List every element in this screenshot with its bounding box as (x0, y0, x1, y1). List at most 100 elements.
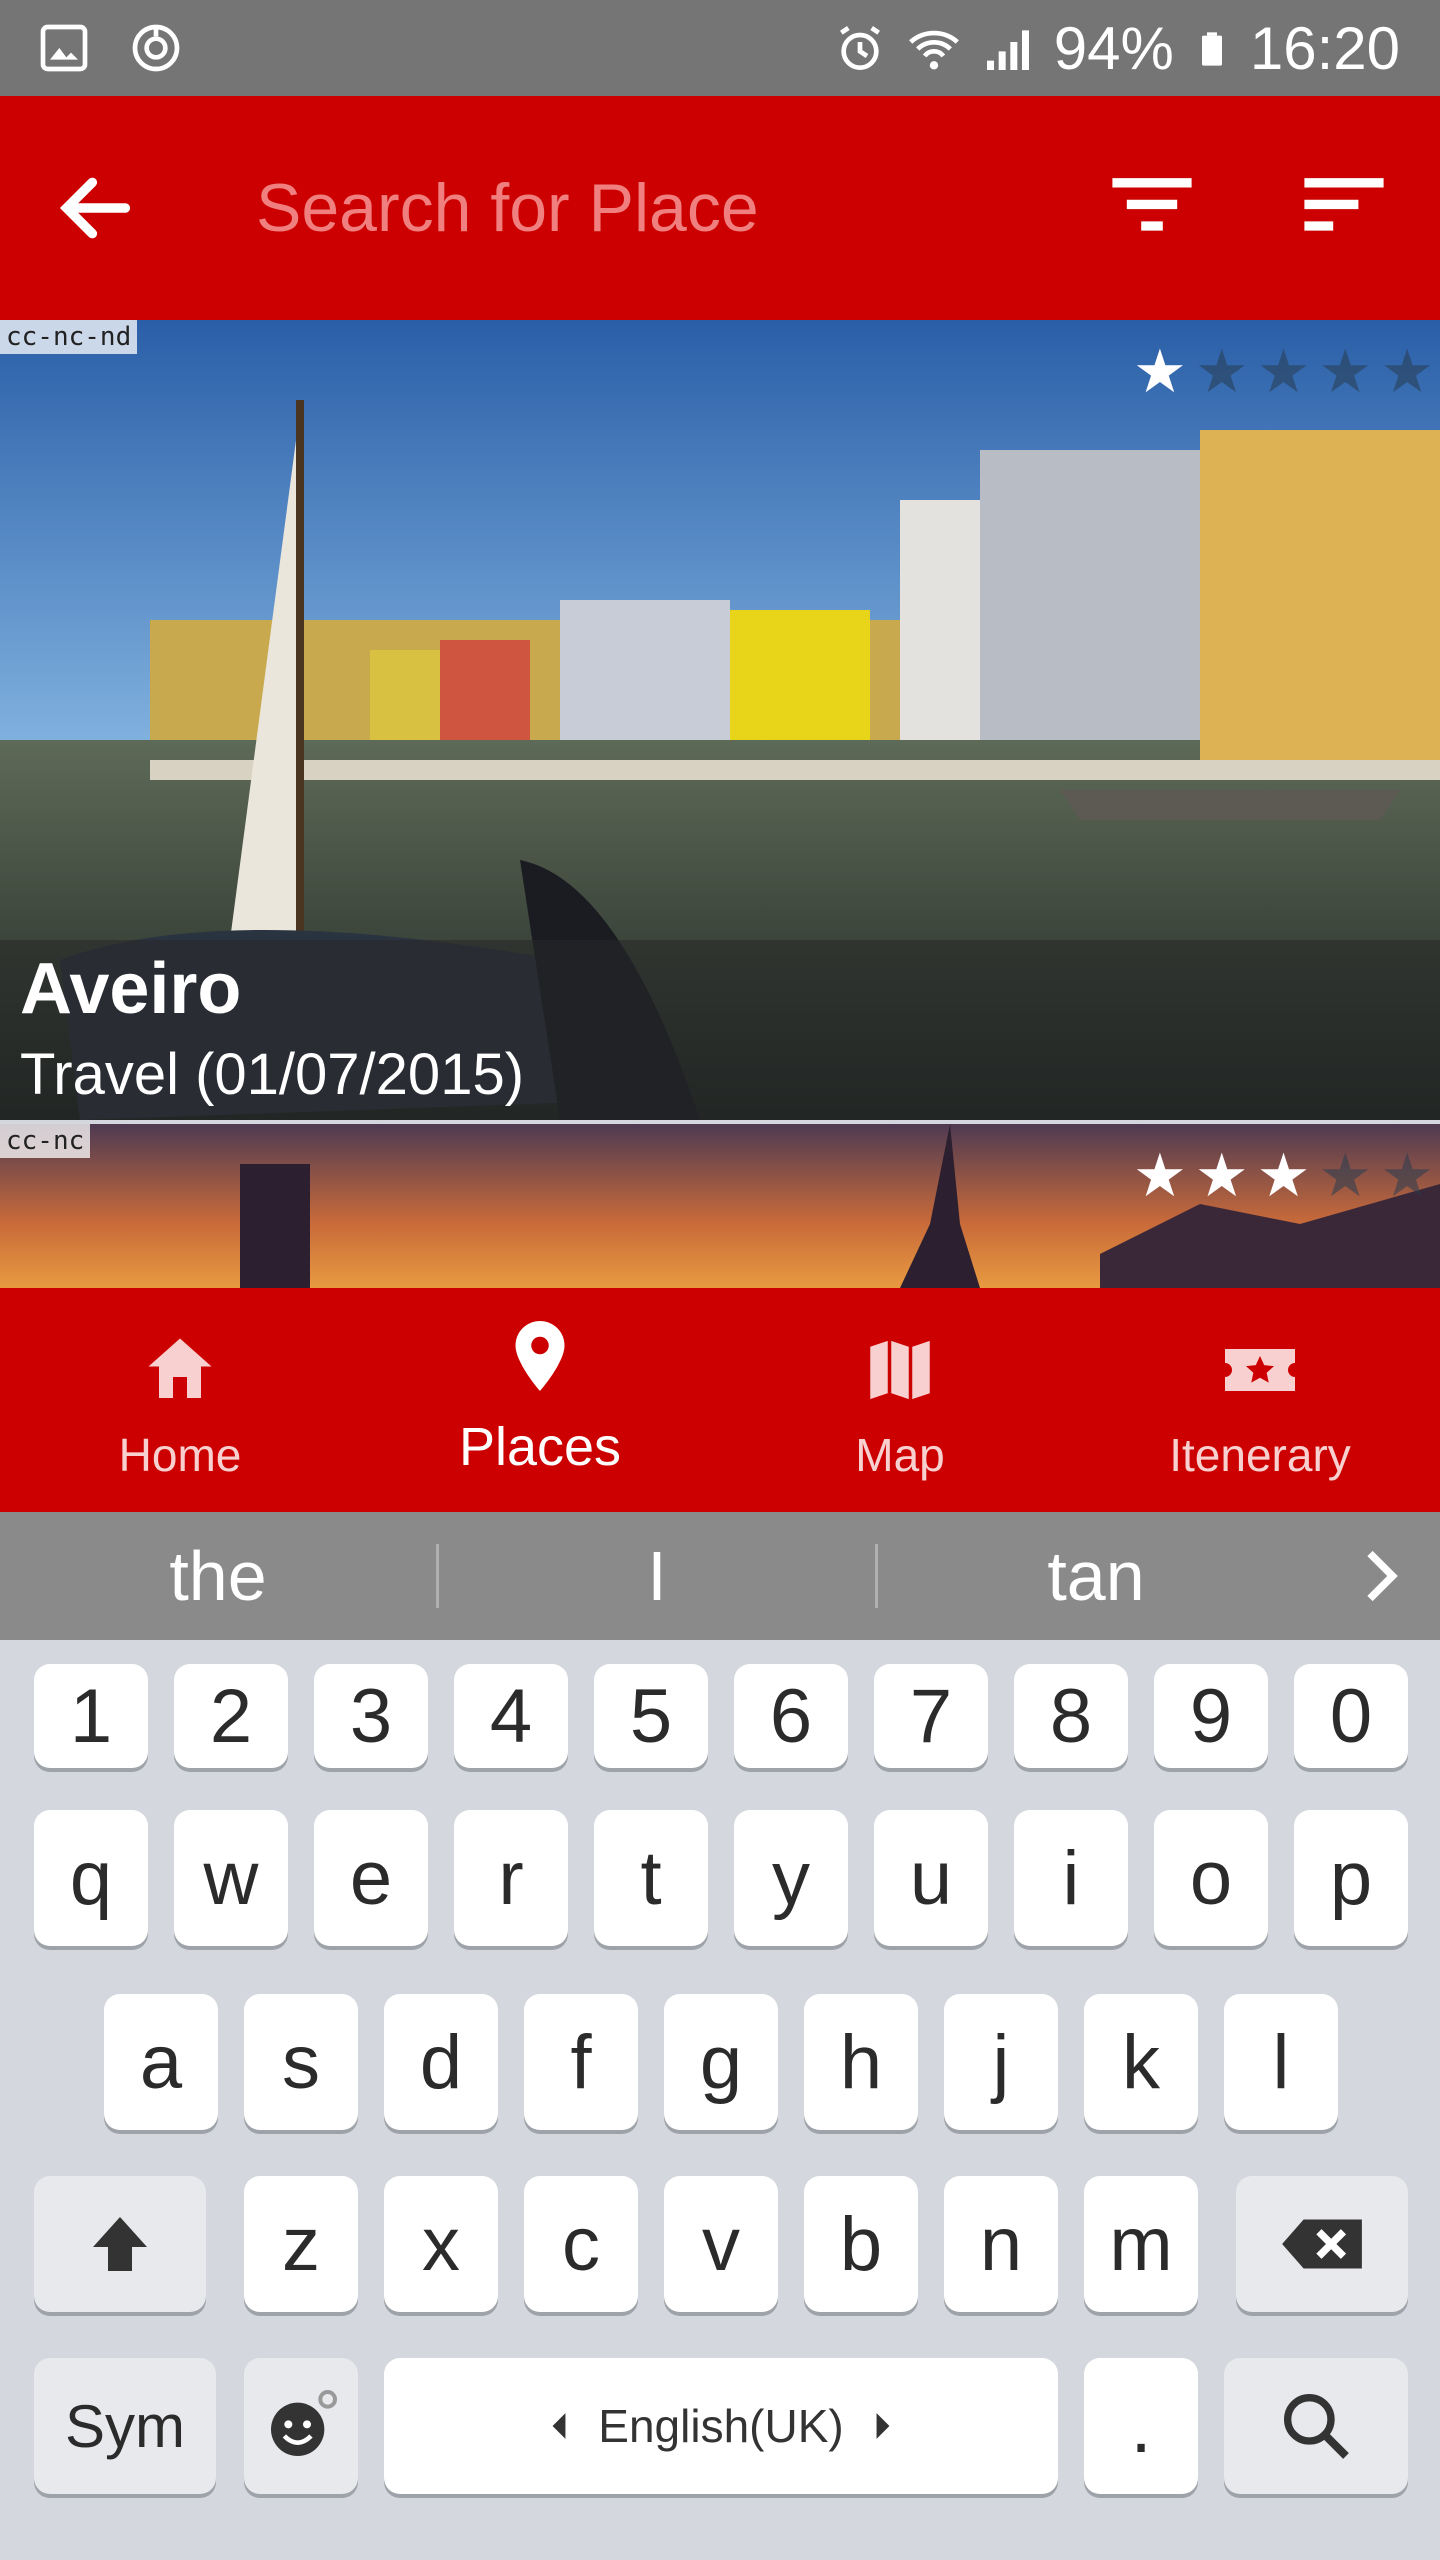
nav-places[interactable]: Places (360, 1288, 720, 1512)
key[interactable]: h (804, 1994, 918, 2130)
star-icon: ★ (1380, 1142, 1434, 1209)
key[interactable]: b (804, 2176, 918, 2312)
key[interactable]: v (664, 2176, 778, 2312)
language-label: English(UK) (598, 2400, 844, 2452)
star-icon: ★ (1133, 338, 1187, 405)
filter-icon[interactable] (1108, 172, 1196, 244)
key[interactable]: t (594, 1810, 708, 1946)
keyboard-suggestion-strip: the I tan (0, 1512, 1440, 1640)
key[interactable]: 7 (874, 1664, 988, 1768)
caret-right-icon (876, 2413, 890, 2439)
emoji-key[interactable] (244, 2358, 358, 2494)
battery-icon (1201, 31, 1222, 66)
key[interactable]: 9 (1154, 1664, 1268, 1768)
key[interactable]: u (874, 1810, 988, 1946)
star-rating: ★ ★ ★ ★ ★ (1133, 340, 1434, 404)
key[interactable]: l (1224, 1994, 1338, 2130)
key[interactable]: k (1084, 1994, 1198, 2130)
key[interactable]: d (384, 1994, 498, 2130)
star-icon: ★ (1194, 338, 1249, 405)
star-rating: ★ ★ ★ ★ ★ (1133, 1144, 1434, 1208)
key[interactable]: z (244, 2176, 358, 2312)
star-icon: ★ (1194, 1142, 1249, 1209)
home-icon (148, 1338, 212, 1398)
nav-label: Places (458, 1417, 622, 1477)
backspace-key[interactable] (1236, 2176, 1408, 2312)
bottom-navigation: Home Places Map Itenerary (0, 1288, 1440, 1512)
nav-home[interactable]: Home (0, 1288, 360, 1512)
gallery-icon (40, 24, 88, 72)
key[interactable]: r (454, 1810, 568, 1946)
nav-label: Itenerary (1169, 1429, 1351, 1481)
key[interactable]: p (1294, 1810, 1408, 1946)
place-subtitle: Travel (01/07/2015) (20, 1042, 525, 1107)
nav-itinerary[interactable]: Itenerary (1080, 1288, 1440, 1512)
key[interactable]: f (524, 1994, 638, 2130)
star-icon: ★ (1318, 1142, 1373, 1209)
wifi-icon (908, 30, 959, 70)
caret-left-icon (552, 2413, 566, 2439)
symbols-key[interactable]: Sym (34, 2358, 216, 2494)
period-key[interactable]: . (1084, 2358, 1198, 2494)
place-card[interactable]: cc-nc-nd ★ ★ ★ ★ ★ Aveiro Travel (01/07/… (0, 320, 1440, 1120)
app-bar (0, 96, 1440, 320)
nav-label: Map (855, 1429, 945, 1481)
search-input[interactable] (256, 156, 1056, 260)
key[interactable]: j (944, 1994, 1058, 2130)
key[interactable]: m (1084, 2176, 1198, 2312)
star-icon: ★ (1318, 338, 1373, 405)
ticket-star-icon (1225, 1349, 1295, 1391)
key[interactable]: 2 (174, 1664, 288, 1768)
map-icon (866, 1336, 934, 1404)
key[interactable]: s (244, 1994, 358, 2130)
key[interactable]: g (664, 1994, 778, 2130)
key[interactable]: n (944, 2176, 1058, 2312)
place-card[interactable]: cc-nc ★ ★ ★ ★ ★ (0, 1124, 1440, 1288)
clock: 16:20 (1249, 15, 1400, 82)
key[interactable]: 8 (1014, 1664, 1128, 1768)
suggestion-item[interactable]: the (0, 1536, 436, 1616)
key[interactable]: w (174, 1810, 288, 1946)
license-label: cc-nc-nd (0, 320, 138, 354)
status-bar: 94% 16:20 (0, 0, 1440, 96)
search-key[interactable] (1224, 2358, 1408, 2494)
space-key[interactable]: English(UK) (384, 2358, 1058, 2494)
key[interactable]: c (524, 2176, 638, 2312)
sort-icon[interactable] (1300, 172, 1388, 244)
emoji-icon (271, 2389, 337, 2456)
star-icon: ★ (1256, 1142, 1311, 1209)
suggestion-item[interactable]: tan (878, 1536, 1314, 1616)
key[interactable]: e (314, 1810, 428, 1946)
star-icon: ★ (1133, 1142, 1187, 1209)
key[interactable]: 0 (1294, 1664, 1408, 1768)
key[interactable]: x (384, 2176, 498, 2312)
back-arrow-icon[interactable] (52, 164, 140, 252)
key[interactable]: 5 (594, 1664, 708, 1768)
license-label: cc-nc (0, 1124, 91, 1158)
key[interactable]: 4 (454, 1664, 568, 1768)
shift-key[interactable] (34, 2176, 206, 2312)
key[interactable]: o (1154, 1810, 1268, 1946)
alarm-icon (839, 25, 880, 70)
key[interactable]: 6 (734, 1664, 848, 1768)
place-title: Aveiro (20, 949, 242, 1029)
key[interactable]: y (734, 1810, 848, 1946)
signal-icon (986, 29, 1029, 70)
key[interactable]: 3 (314, 1664, 428, 1768)
keyboard: 1 2 3 4 5 6 7 8 9 0 q w e r t y u i o p … (0, 1640, 1440, 2560)
nav-label: Home (118, 1429, 242, 1481)
key[interactable]: i (1014, 1810, 1128, 1946)
chevron-right-icon[interactable] (1350, 1542, 1410, 1610)
shift-arrow-icon (93, 2217, 147, 2271)
star-icon: ★ (1256, 338, 1311, 405)
star-icon: ★ (1380, 338, 1434, 405)
key[interactable]: 1 (34, 1664, 148, 1768)
backspace-icon (1282, 2219, 1362, 2269)
nav-map[interactable]: Map (720, 1288, 1080, 1512)
sync-icon (132, 24, 180, 72)
key[interactable]: q (34, 1810, 148, 1946)
battery-percent: 94% (1053, 15, 1174, 82)
search-icon (1284, 2394, 1349, 2459)
key[interactable]: a (104, 1994, 218, 2130)
suggestion-item[interactable]: I (439, 1536, 875, 1616)
